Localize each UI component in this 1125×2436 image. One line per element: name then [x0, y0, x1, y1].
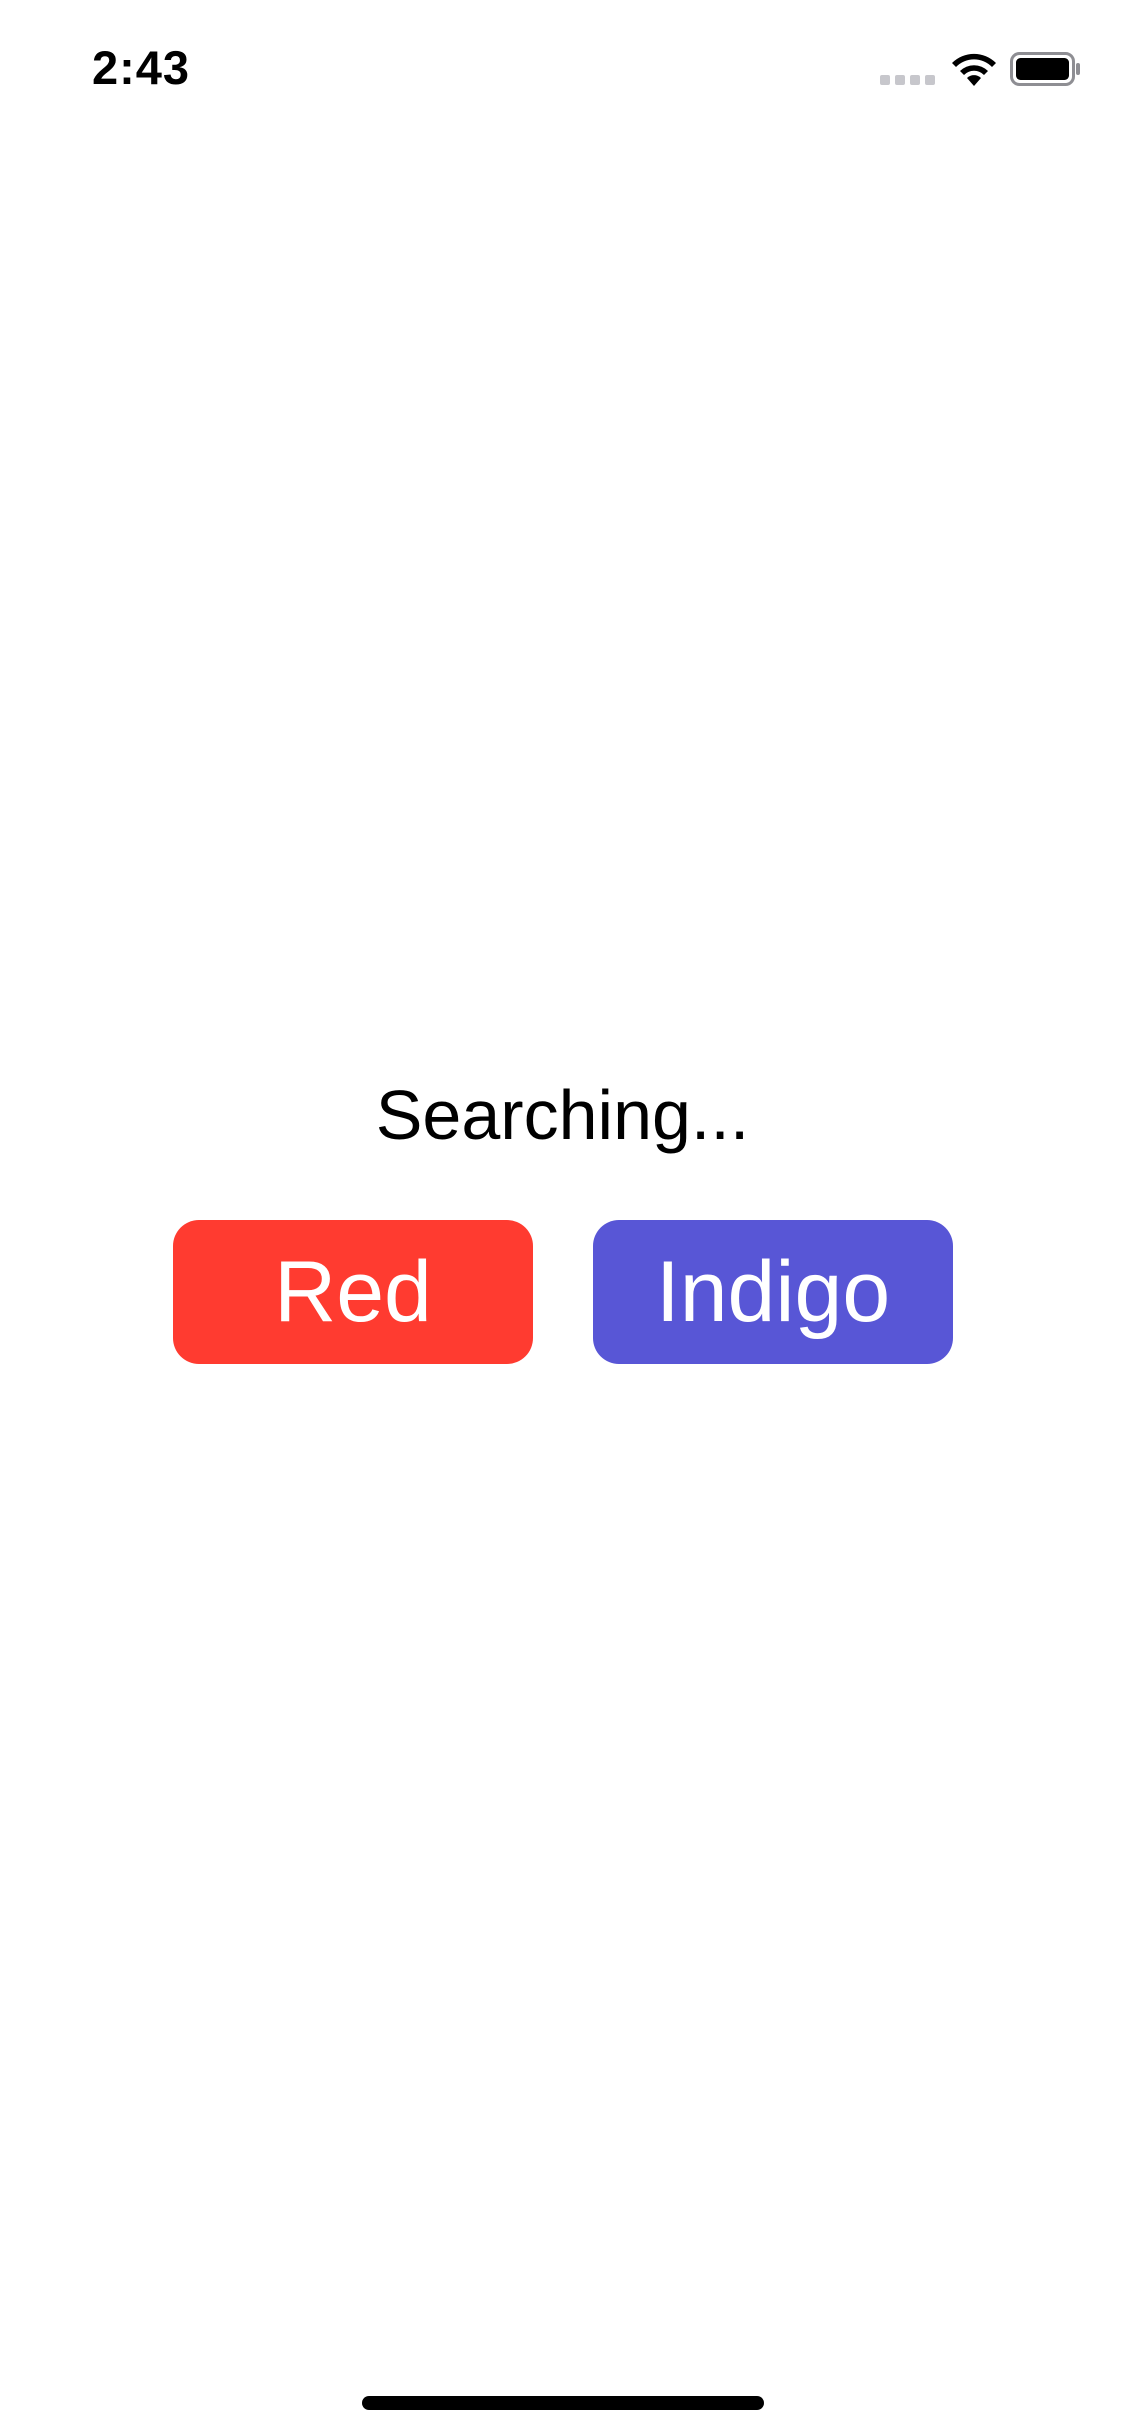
- status-bar: 2:43: [0, 0, 1125, 132]
- status-time: 2:43: [92, 41, 191, 94]
- app-screen: 2:43 Searching... Red Indigo: [0, 0, 1125, 2436]
- indigo-button[interactable]: Indigo: [593, 1220, 953, 1364]
- battery-icon: [1010, 52, 1080, 86]
- cellular-signal-icon: [880, 75, 935, 85]
- wifi-icon: [952, 53, 996, 86]
- red-button[interactable]: Red: [173, 1220, 533, 1364]
- home-indicator[interactable]: [362, 2396, 764, 2410]
- searching-status-text: Searching...: [375, 1076, 750, 1154]
